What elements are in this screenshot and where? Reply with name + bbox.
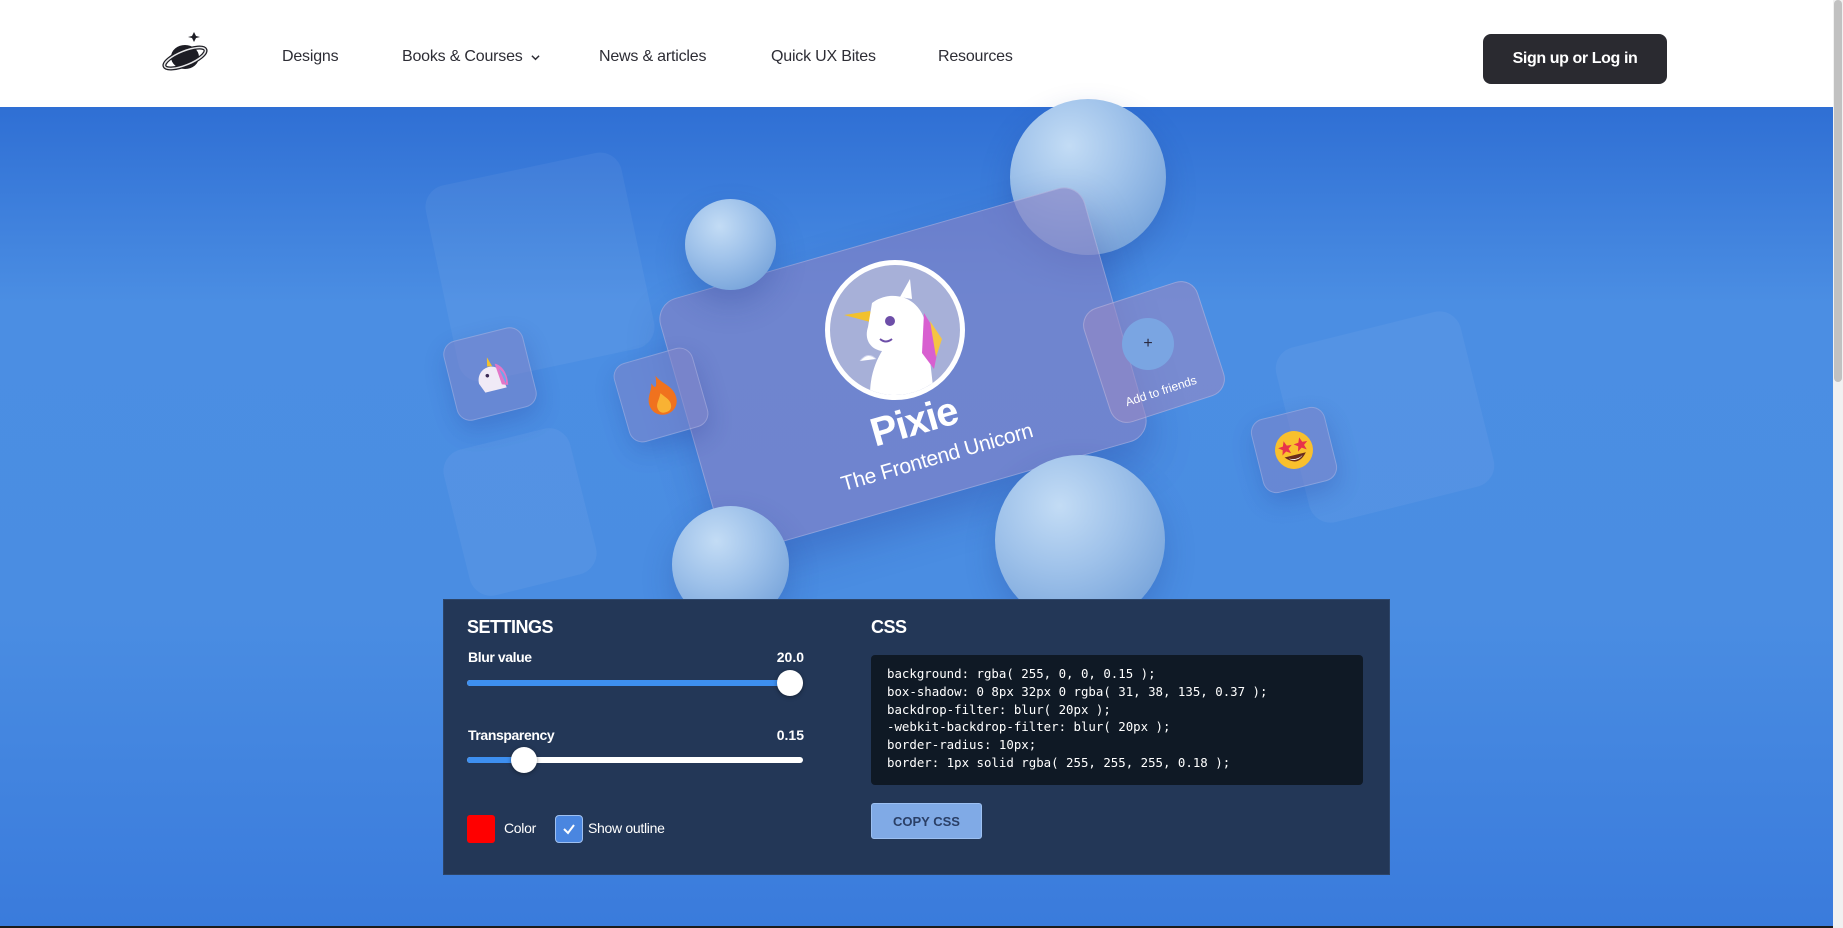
nav-label: Books & Courses bbox=[402, 48, 523, 65]
nav-news-articles[interactable]: News & articles bbox=[599, 48, 771, 66]
blur-slider-track[interactable] bbox=[467, 680, 803, 686]
fire-emoji-icon bbox=[648, 375, 677, 415]
nav-designs[interactable]: Designs bbox=[282, 48, 402, 66]
scrollbar-thumb[interactable] bbox=[1834, 0, 1842, 382]
blur-slider-label: Blur value bbox=[468, 649, 532, 665]
color-swatch[interactable] bbox=[467, 815, 495, 843]
chevron-down-icon bbox=[531, 54, 540, 60]
unicorn-avatar-icon bbox=[825, 260, 965, 400]
copy-css-button[interactable]: COPY CSS bbox=[871, 803, 982, 839]
sign-up-login-button[interactable]: Sign up or Log in bbox=[1483, 34, 1667, 84]
star-struck-emoji-icon bbox=[1275, 431, 1313, 469]
nav-books-courses[interactable]: Books & Courses bbox=[402, 48, 599, 66]
add-friend-plus-icon[interactable]: + bbox=[1122, 318, 1174, 370]
css-line: backdrop-filter: blur( 20px ); bbox=[887, 701, 1111, 717]
nav-label: Designs bbox=[282, 48, 339, 65]
css-line: -webkit-backdrop-filter: blur( 20px ); bbox=[887, 719, 1171, 735]
unicorn-emoji-icon bbox=[478, 357, 509, 393]
transparency-slider-thumb[interactable] bbox=[511, 747, 538, 773]
glass-sphere bbox=[685, 199, 776, 290]
css-line: background: rgba( 255, 0, 0, 0.15 ); bbox=[887, 666, 1156, 681]
nav-label: Quick UX Bites bbox=[771, 48, 876, 65]
planet-logo-icon[interactable] bbox=[160, 28, 212, 80]
show-outline-checkbox[interactable] bbox=[555, 815, 583, 843]
top-navigation-bar: Designs Books & Courses News & articles … bbox=[0, 0, 1833, 107]
nav-resources[interactable]: Resources bbox=[938, 48, 1013, 66]
css-code-block[interactable]: background: rgba( 255, 0, 0, 0.15 ); box-… bbox=[871, 655, 1363, 785]
nav-quick-ux-bites[interactable]: Quick UX Bites bbox=[771, 48, 938, 66]
transparency-slider-value: 0.15 bbox=[776, 727, 804, 743]
show-outline-label: Show outline bbox=[588, 820, 665, 836]
blur-slider-thumb[interactable] bbox=[776, 670, 803, 696]
color-label: Color bbox=[504, 820, 536, 836]
settings-heading: SETTINGS bbox=[467, 617, 554, 637]
main-nav: Designs Books & Courses News & articles … bbox=[282, 48, 1013, 66]
checkmark-icon bbox=[563, 824, 575, 835]
nav-label: Resources bbox=[938, 48, 1013, 65]
transparency-slider-label: Transparency bbox=[468, 727, 555, 743]
css-heading: CSS bbox=[871, 617, 907, 637]
css-line: border: 1px solid rgba( 255, 255, 255, 0… bbox=[887, 754, 1231, 770]
nav-label: News & articles bbox=[599, 48, 707, 65]
ghost-card bbox=[438, 423, 602, 601]
blur-slider-fill bbox=[467, 680, 790, 686]
css-line: border-radius: 10px; bbox=[887, 737, 1037, 753]
css-line: box-shadow: 0 8px 32px 0 rgba( 31, 38, 1… bbox=[887, 683, 1268, 699]
blur-slider-value: 20.0 bbox=[776, 649, 804, 665]
